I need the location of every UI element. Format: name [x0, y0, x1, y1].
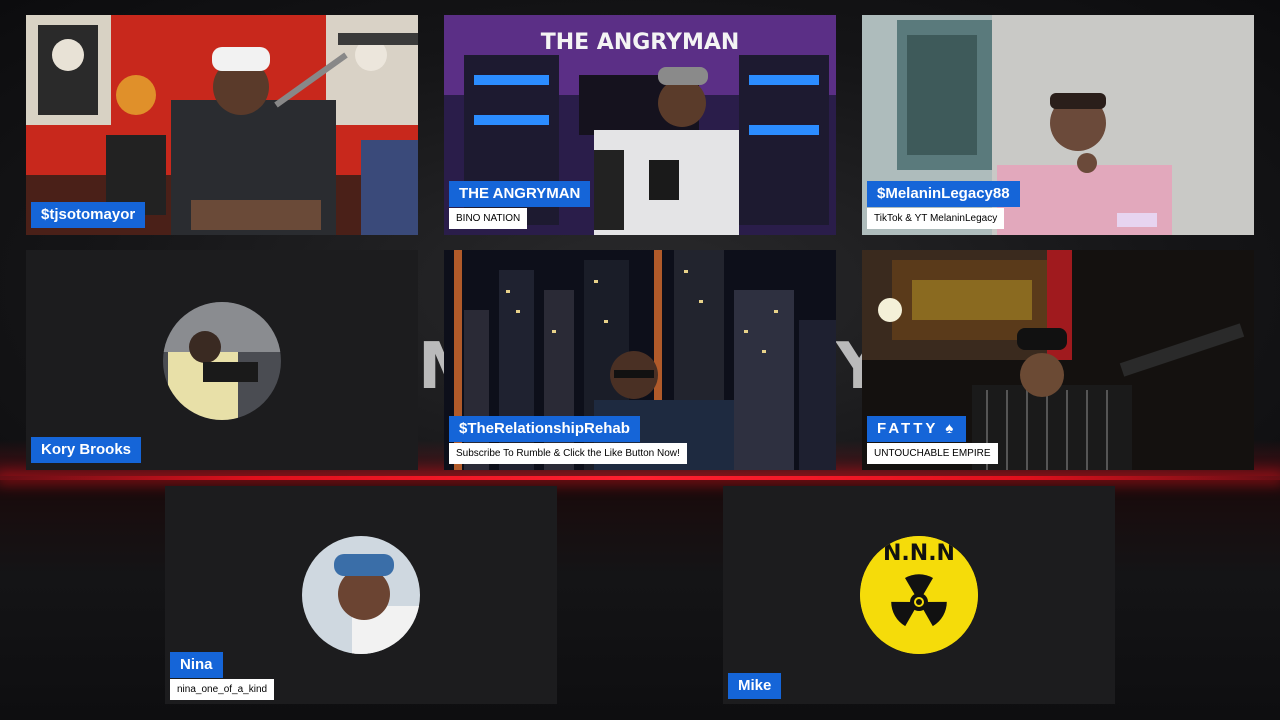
participant-tile-mike[interactable]: N.N.N Mike [723, 486, 1115, 704]
participant-subtitle: TikTok & YT MelaninLegacy [867, 208, 1005, 229]
participant-name: Mike [728, 673, 782, 699]
participant-tile-melaninlegacy[interactable]: $MelaninLegacy88 TikTok & YT MelaninLega… [862, 15, 1254, 235]
radiation-icon: N.N.N [860, 536, 978, 654]
angryman-sign: THE ANGRYMAN [541, 30, 740, 55]
participant-tile-kory-brooks[interactable]: Kory Brooks [26, 250, 418, 470]
participant-name: $tjsotomayor [31, 202, 146, 228]
avatar-text: N.N.N [883, 541, 955, 566]
participant-name: THE ANGRYMAN [449, 181, 591, 207]
participant-tile-tjsotomayor[interactable]: $tjsotomayor [26, 15, 418, 235]
participant-name: $MelaninLegacy88 [867, 181, 1020, 207]
participant-tile-relationship-rehab[interactable]: $TheRelationshipRehab Subscribe To Rumbl… [444, 250, 836, 470]
participant-name: Kory Brooks [31, 437, 142, 463]
avatar [163, 302, 281, 420]
participant-tile-fatty[interactable]: FATTY ♠ UNTOUCHABLE EMPIRE [862, 250, 1254, 470]
participant-subtitle: nina_one_of_a_kind [170, 679, 275, 700]
avatar [302, 536, 420, 654]
participant-subtitle: UNTOUCHABLE EMPIRE [867, 443, 998, 464]
participant-subtitle: BINO NATION [449, 208, 528, 229]
avatar: N.N.N [860, 536, 978, 654]
participant-name: $TheRelationshipRehab [449, 416, 640, 442]
participant-subtitle: Subscribe To Rumble & Click the Like But… [449, 443, 687, 464]
participant-tile-angryman[interactable]: THE ANGRYMAN THE ANGRYMAN BINO NATION [444, 15, 836, 235]
participant-name: FATTY ♠ [867, 416, 967, 442]
red-divider-line [0, 476, 1280, 480]
participant-tile-nina[interactable]: Nina nina_one_of_a_kind [165, 486, 557, 704]
participant-name: Nina [170, 652, 223, 678]
